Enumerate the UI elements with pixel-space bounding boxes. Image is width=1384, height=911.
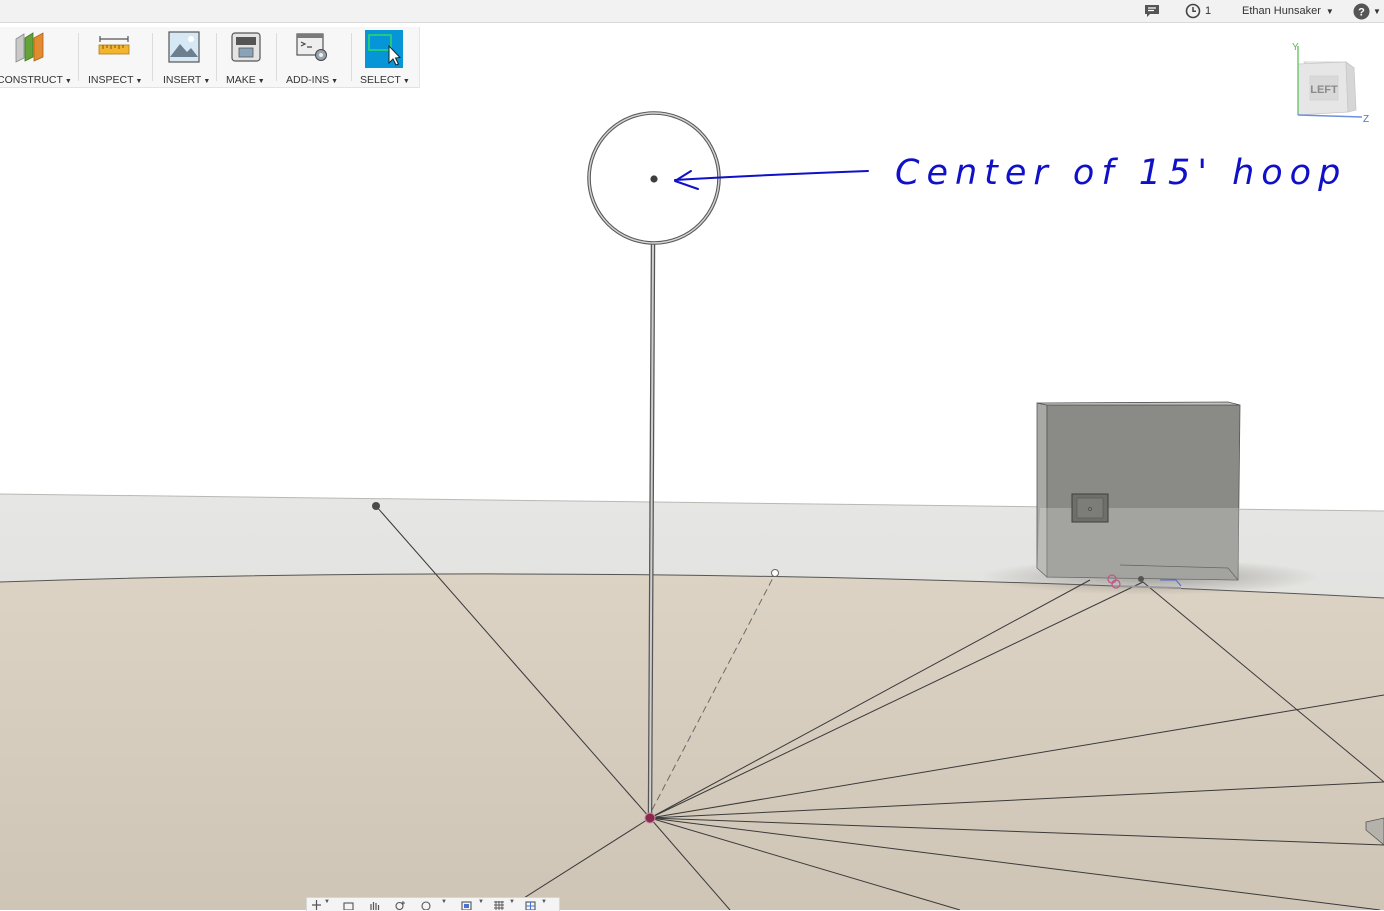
clock-icon	[1185, 3, 1201, 19]
add-ins-menu[interactable]: ADD-INS ▼	[280, 27, 348, 87]
chevron-down-icon: ▼	[509, 899, 515, 905]
ribbon-divider	[78, 33, 79, 81]
construct-label: CONSTRUCT	[0, 74, 63, 86]
view-cube[interactable]: LEFT Y Z	[1286, 40, 1376, 128]
chevron-down-icon: ▼	[257, 78, 265, 85]
make-menu[interactable]: MAKE ▼	[220, 27, 274, 87]
toolbar-ribbon: CONSTRUCT ▼ INSPECT ▼ INSERT ▼ MAKE ▼ AD…	[0, 27, 420, 88]
navigation-bar: ▼ ▼ ▼ ▼ ▼	[306, 897, 560, 911]
construct-plane-icon	[15, 32, 44, 63]
chevron-down-icon: ▼	[324, 899, 330, 905]
measure-ruler-icon	[98, 36, 130, 55]
insert-image-icon	[168, 31, 200, 63]
canvas-viewport[interactable]: Center of 15' hoop	[0, 23, 1384, 910]
box-body[interactable]	[1036, 401, 1241, 581]
make-3d-print-icon	[231, 32, 261, 62]
pan-icon[interactable]	[369, 900, 380, 910]
display-settings-icon[interactable]	[461, 900, 472, 910]
chevron-down-icon: ▼	[64, 78, 72, 85]
scripts-addins-icon	[296, 33, 327, 61]
inspect-label: INSPECT	[88, 74, 134, 86]
application-bar: 1 Ethan Hunsaker ▼ ? ▼	[0, 0, 1384, 23]
job-status-button[interactable]: 1	[1185, 2, 1211, 20]
chevron-down-icon: ▼	[402, 78, 410, 85]
chevron-down-icon: ▼	[1325, 6, 1334, 16]
ribbon-divider	[351, 33, 352, 81]
chevron-down-icon: ▼	[331, 78, 339, 85]
make-label: MAKE	[226, 74, 256, 86]
user-name: Ethan Hunsaker	[1242, 5, 1321, 17]
zoom-icon[interactable]	[395, 900, 406, 910]
help-menu[interactable]: ? ▼	[1353, 2, 1381, 20]
view-cube-face-label: LEFT	[1310, 84, 1338, 96]
job-count: 1	[1205, 5, 1212, 17]
axis-y-label: Y	[1292, 42, 1299, 53]
select-window-icon	[365, 30, 403, 68]
grid-settings-icon[interactable]	[493, 900, 504, 910]
chevron-down-icon: ▼	[478, 899, 484, 905]
chevron-down-icon: ▼	[135, 78, 143, 85]
select-label: SELECT	[360, 74, 401, 86]
chevron-down-icon: ▼	[541, 899, 547, 905]
insert-menu[interactable]: INSERT ▼	[156, 27, 214, 87]
add-ins-label: ADD-INS	[286, 74, 330, 86]
look-at-icon[interactable]	[343, 900, 354, 910]
chevron-down-icon: ▼	[441, 899, 447, 905]
hoop-pole[interactable]	[647, 242, 656, 819]
view-cube-side-face[interactable]	[1345, 61, 1357, 113]
insert-label: INSERT	[163, 74, 202, 86]
axis-z-line	[1297, 114, 1363, 118]
inspect-menu[interactable]: INSPECT ▼	[82, 27, 148, 87]
orbit-icon[interactable]	[311, 900, 322, 910]
sketch-point[interactable]	[372, 502, 380, 510]
ribbon-divider	[216, 33, 217, 81]
svg-text:?: ?	[1358, 6, 1365, 18]
chevron-down-icon: ▼	[1373, 6, 1381, 16]
select-menu[interactable]: SELECT ▼	[355, 27, 417, 87]
construct-menu[interactable]: CONSTRUCT ▼	[0, 27, 72, 87]
fit-icon[interactable]	[421, 900, 432, 910]
viewports-icon[interactable]	[525, 900, 536, 910]
comment-icon[interactable]	[1144, 2, 1160, 20]
annotation-text: Center of 15' hoop	[895, 153, 1347, 193]
annotation-arrow	[674, 170, 869, 190]
chevron-down-icon: ▼	[203, 78, 211, 85]
ribbon-divider	[276, 33, 277, 81]
ground-plane	[0, 573, 1384, 910]
construction-point[interactable]	[771, 569, 779, 577]
hoop-center-point[interactable]	[650, 175, 658, 183]
axis-z-label: Z	[1363, 114, 1369, 125]
ribbon-divider	[152, 33, 153, 81]
help-icon: ?	[1353, 3, 1370, 19]
origin-point[interactable]	[644, 812, 656, 824]
user-account-menu[interactable]: Ethan Hunsaker ▼	[1242, 2, 1334, 20]
